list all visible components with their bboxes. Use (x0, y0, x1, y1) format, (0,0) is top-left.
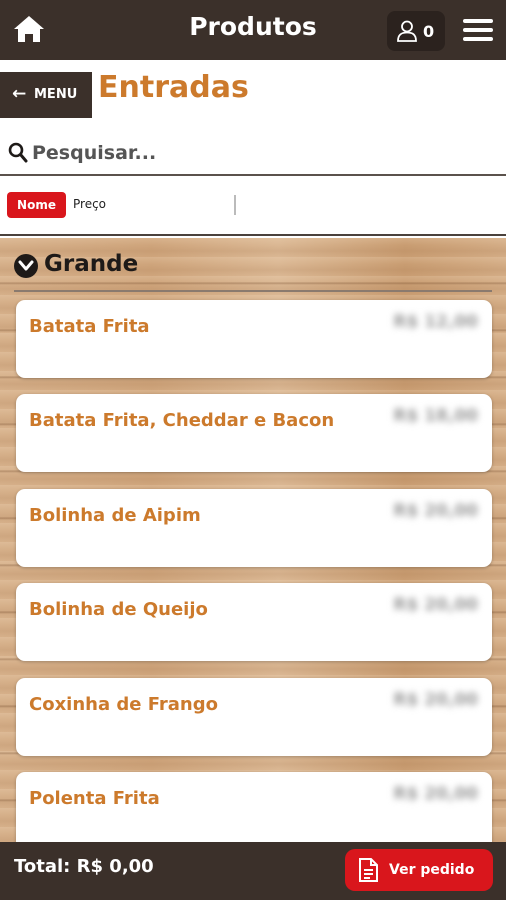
category-label: Grande (44, 251, 139, 277)
category-header[interactable]: Grande (14, 250, 492, 292)
cart-count-badge: 0 (423, 22, 435, 41)
product-item[interactable]: Bolinha de Queijo R$ 20,00 (16, 583, 492, 661)
product-item[interactable]: Polenta Frita R$ 20,00 (16, 772, 492, 842)
search-bar (0, 130, 506, 176)
back-to-menu-button[interactable]: ← MENU (0, 72, 92, 118)
product-price: R$ 20,00 (393, 784, 478, 804)
view-order-label: Ver pedido (389, 862, 475, 878)
arrow-left-icon: ← (12, 84, 27, 104)
back-button-label: MENU (34, 87, 78, 102)
product-price: R$ 18,00 (393, 406, 478, 426)
product-item[interactable]: Batata Frita R$ 12,00 (16, 300, 492, 378)
product-item[interactable]: Bolinha de Aipim R$ 20,00 (16, 489, 492, 567)
account-button[interactable]: 0 (387, 11, 445, 51)
product-price: R$ 20,00 (393, 595, 478, 615)
sort-bar: Nome Preço (0, 176, 506, 236)
top-bar: Produtos 0 (0, 0, 506, 60)
product-name: Polenta Frita (29, 788, 160, 809)
product-name: Coxinha de Frango (29, 694, 218, 715)
view-order-button[interactable]: Ver pedido (345, 849, 493, 891)
product-price: R$ 12,00 (393, 312, 478, 332)
product-price: R$ 20,00 (393, 690, 478, 710)
section-title: Entradas (98, 70, 249, 105)
product-item[interactable]: Coxinha de Frango R$ 20,00 (16, 678, 492, 756)
divider (234, 195, 236, 215)
order-total: Total: R$ 0,00 (14, 856, 154, 877)
sort-by-price-button[interactable]: Preço (73, 197, 106, 211)
product-price: R$ 20,00 (393, 501, 478, 521)
user-icon (397, 20, 417, 42)
search-icon (8, 142, 28, 163)
hamburger-menu-icon[interactable] (463, 19, 493, 43)
document-icon (359, 858, 378, 882)
product-name: Bolinha de Queijo (29, 599, 208, 620)
product-list: Grande Batata Frita R$ 12,00 Batata Frit… (0, 238, 506, 842)
search-input[interactable] (32, 138, 492, 168)
product-name: Batata Frita, Cheddar e Bacon (29, 410, 335, 431)
bottom-bar: Total: R$ 0,00 Ver pedido (0, 842, 506, 900)
product-name: Bolinha de Aipim (29, 505, 201, 526)
product-item[interactable]: Batata Frita, Cheddar e Bacon R$ 18,00 (16, 394, 492, 472)
product-name: Batata Frita (29, 316, 150, 337)
sort-by-name-button[interactable]: Nome (7, 192, 66, 218)
chevron-down-circle-icon (14, 254, 38, 278)
